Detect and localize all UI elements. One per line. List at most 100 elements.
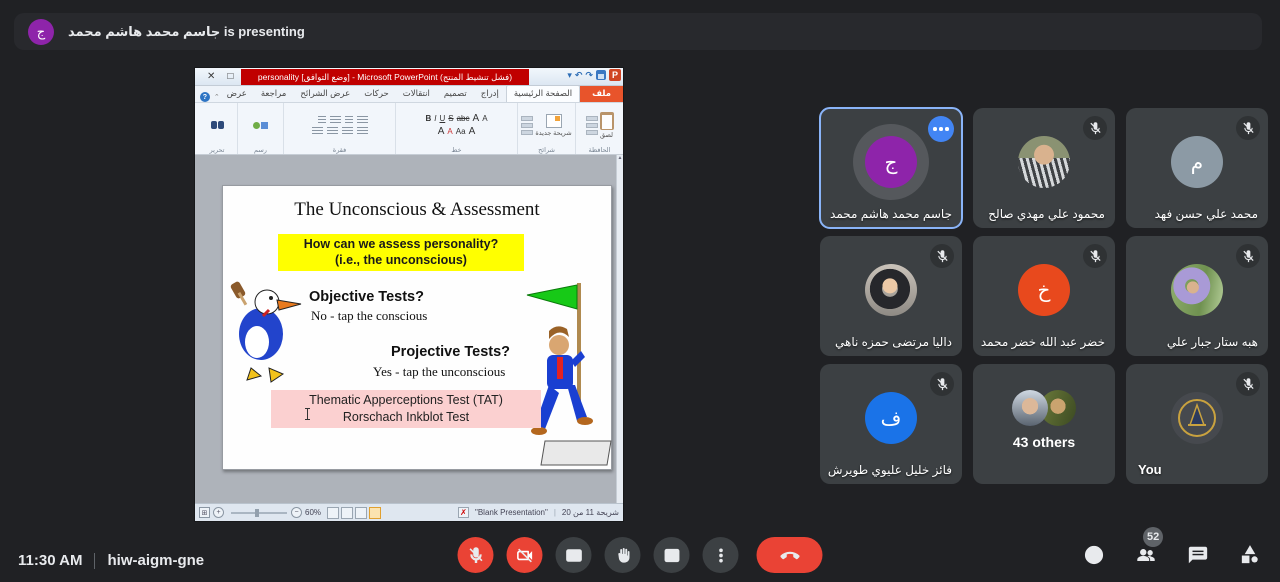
find-icon[interactable]: [211, 121, 224, 129]
slideshow-view-icon[interactable]: [327, 507, 339, 519]
spellcheck-icon[interactable]: ✗: [458, 507, 469, 518]
cc-glyph: CC: [569, 552, 579, 559]
ribbon-group-editing: تحرير: [197, 103, 237, 154]
participant-tile[interactable]: خ خضر عبد الله خضر محمد: [973, 236, 1115, 356]
indent-icon[interactable]: [330, 116, 341, 124]
align-left-icon[interactable]: [327, 127, 338, 135]
participants-button[interactable]: 52: [1134, 543, 1158, 567]
participant-tile[interactable]: محمود علي مهدي صالح: [973, 108, 1115, 228]
normal-view-icon[interactable]: [369, 507, 381, 519]
strikethrough-button[interactable]: abc: [457, 114, 470, 123]
info-button[interactable]: [1082, 543, 1106, 567]
mic-off-icon: [1083, 244, 1107, 268]
zoom-in-icon[interactable]: +: [213, 507, 224, 518]
section-icon[interactable]: [521, 130, 533, 135]
powerpoint-logo-icon: P: [609, 69, 621, 81]
redo-icon[interactable]: ↷: [585, 70, 593, 81]
call-controls: CC: [458, 537, 823, 573]
ribbon-group-clipboard: لصق الحافظة: [575, 103, 623, 154]
tab-slideshow[interactable]: عرض الشرائح: [293, 86, 357, 102]
tab-animations[interactable]: حركات: [357, 86, 396, 102]
participant-tile[interactable]: ف فائز خليل عليوي طويرش: [820, 364, 962, 484]
more-options-button[interactable]: [703, 537, 739, 573]
slide[interactable]: The Unconscious & Assessment How can we …: [222, 185, 612, 470]
sorter-view-icon[interactable]: [355, 507, 367, 519]
align-center-icon[interactable]: [342, 127, 353, 135]
outdent-icon[interactable]: [318, 116, 326, 124]
zoom-out-icon[interactable]: −: [291, 507, 302, 518]
save-icon[interactable]: [596, 70, 606, 80]
highlight-button[interactable]: A: [447, 127, 452, 136]
participant-tile[interactable]: داليا مرتضى حمزه ناهي: [820, 236, 962, 356]
mic-off-icon: [930, 244, 954, 268]
clear-formatting-button[interactable]: A: [469, 126, 476, 137]
others-count-label: 43 others: [973, 434, 1115, 450]
chat-button[interactable]: [1186, 543, 1210, 567]
reading-view-icon[interactable]: [341, 507, 353, 519]
justify-icon[interactable]: [312, 127, 323, 135]
more-options-button[interactable]: [928, 116, 954, 142]
participant-tile[interactable]: هبه ستار جبار علي: [1126, 236, 1268, 356]
italic-button[interactable]: I: [434, 114, 436, 123]
layout-icon[interactable]: [521, 116, 533, 121]
bold-button[interactable]: B: [425, 114, 431, 123]
tab-review[interactable]: مراجعة: [254, 86, 294, 102]
objective-tests-heading: Objective Tests?: [309, 289, 424, 305]
avatar-photo: [1018, 136, 1070, 188]
tab-view[interactable]: عرض: [220, 86, 254, 102]
font-color-button[interactable]: A: [438, 126, 445, 137]
align-right-icon[interactable]: [357, 127, 368, 135]
new-slide-button[interactable]: شريحة جديدة: [535, 114, 571, 137]
bullets-icon[interactable]: [357, 116, 368, 124]
slide-counter: شريحة 11 من 20: [562, 508, 619, 517]
shared-screen: ✕ □ — personality [وضع التوافق] - Micros…: [195, 68, 623, 521]
shrink-font-button[interactable]: A: [482, 114, 487, 123]
mic-off-icon: [930, 372, 954, 396]
participant-tile-presenter[interactable]: ج جاسم محمد هاشم محمد: [820, 108, 962, 228]
participant-tile-you[interactable]: You: [1126, 364, 1268, 484]
ppt-maximize-button[interactable]: □: [227, 71, 233, 82]
ppt-close-button[interactable]: ✕: [207, 71, 215, 82]
help-icon[interactable]: ?: [200, 92, 210, 102]
meeting-code: hiw-aigm-gne: [107, 552, 204, 569]
end-call-button[interactable]: [757, 537, 823, 573]
participant-tile[interactable]: م محمد علي حسن فهد: [1126, 108, 1268, 228]
avatar: ج: [865, 136, 917, 188]
captions-button[interactable]: CC: [556, 537, 592, 573]
present-button[interactable]: [654, 537, 690, 573]
reset-icon[interactable]: [521, 123, 533, 128]
camera-toggle-button[interactable]: [507, 537, 543, 573]
slide-scrollbar[interactable]: ▲: [616, 155, 623, 503]
presenter-avatar: ج: [28, 19, 54, 45]
format-painter-icon[interactable]: [586, 130, 598, 135]
zoom-slider[interactable]: [231, 512, 287, 514]
underline-button[interactable]: U: [439, 114, 445, 123]
cut-icon[interactable]: [586, 116, 598, 121]
mic-off-icon: [1236, 244, 1260, 268]
ppt-quick-access-toolbar: ▾ ↶ ↷ P: [567, 69, 621, 81]
shadow-button[interactable]: S: [448, 114, 453, 123]
tab-insert[interactable]: إدراج: [474, 86, 506, 102]
collapse-ribbon-icon[interactable]: ⌃: [214, 93, 220, 101]
grow-font-button[interactable]: A: [473, 113, 480, 124]
participant-name: هبه ستار جبار علي: [1167, 335, 1258, 349]
tab-home[interactable]: الصفحة الرئيسية: [506, 85, 580, 102]
mic-toggle-button[interactable]: [458, 537, 494, 573]
tab-file[interactable]: ملف: [580, 86, 623, 102]
activities-button[interactable]: [1238, 543, 1262, 567]
tab-design[interactable]: تصميم: [437, 86, 474, 102]
projective-tests-sub: Yes - tap the unconscious: [373, 364, 505, 380]
fit-to-window-icon[interactable]: ⊞: [199, 507, 210, 518]
shapes-icon[interactable]: [253, 122, 268, 129]
numbering-icon[interactable]: [345, 116, 353, 124]
copy-icon[interactable]: [586, 123, 598, 128]
ppt-ribbon: لصق الحافظة شريحة جديدة شرائح B I U S ab…: [195, 103, 623, 155]
dropdown-icon[interactable]: ▾: [567, 70, 572, 81]
change-case-button[interactable]: Aa: [456, 127, 466, 136]
undo-icon[interactable]: ↶: [575, 70, 583, 81]
tab-transitions[interactable]: انتقالات: [396, 86, 437, 102]
others-avatars: [1012, 390, 1076, 426]
participant-tile-others[interactable]: 43 others: [973, 364, 1115, 484]
raise-hand-button[interactable]: [605, 537, 641, 573]
paste-button[interactable]: لصق: [600, 112, 614, 139]
